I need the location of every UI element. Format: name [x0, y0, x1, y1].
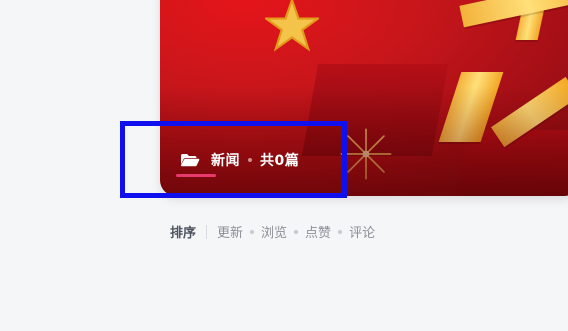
separator-dot [338, 229, 343, 234]
sort-option-likes[interactable]: 点赞 [305, 222, 331, 241]
separator-dot [248, 158, 252, 162]
folder-open-icon [180, 153, 200, 167]
separator-dot [250, 229, 255, 234]
sort-bar: 排序 更新 浏览 点赞 评论 [170, 222, 375, 241]
sort-option-updated[interactable]: 更新 [217, 222, 243, 241]
sort-label: 排序 [170, 226, 197, 241]
divider [206, 224, 208, 239]
separator-dot [294, 229, 299, 234]
page: 新闻 共0篇 排序 更新 浏览 点赞 评论 [0, 0, 568, 331]
category-name: 新闻 [211, 153, 240, 169]
post-count: 共0篇 [260, 153, 300, 169]
banner-shade [160, 86, 568, 196]
category-underline [176, 174, 216, 177]
star-decoration [265, 0, 319, 52]
banner-decoration [459, 0, 568, 28]
sort-option-views[interactable]: 浏览 [261, 222, 287, 241]
category-title: 新闻 共0篇 [180, 151, 299, 169]
sort-option-comments[interactable]: 评论 [349, 222, 375, 241]
